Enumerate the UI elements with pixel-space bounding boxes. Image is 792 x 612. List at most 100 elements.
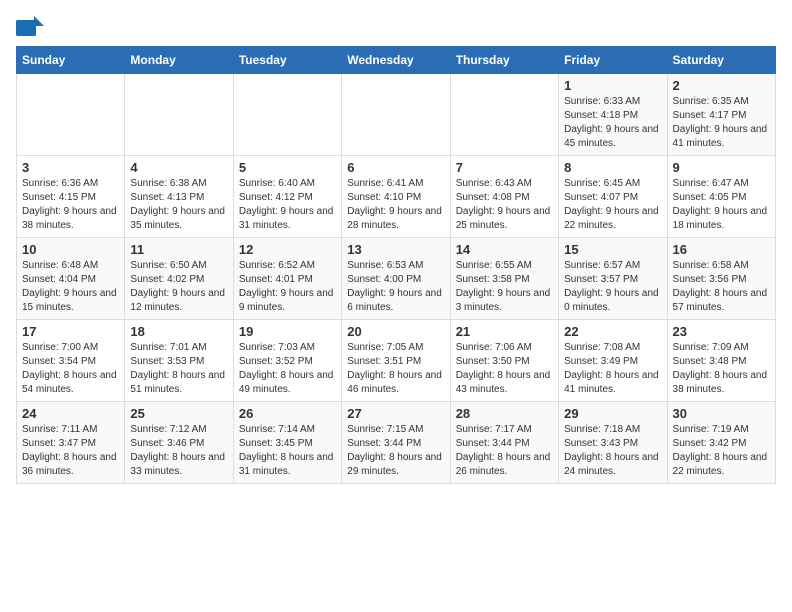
day-info: Sunrise: 7:00 AM Sunset: 3:54 PM Dayligh… — [22, 341, 119, 397]
calendar-cell: 30 Sunrise: 7:19 AM Sunset: 3:42 PM Dayli… — [667, 402, 775, 484]
calendar-cell: 29 Sunrise: 7:18 AM Sunset: 3:43 PM Dayli… — [559, 402, 667, 484]
calendar-cell: 1 Sunrise: 6:33 AM Sunset: 4:18 PM Daylig… — [559, 74, 667, 156]
day-number: 3 — [22, 160, 119, 175]
day-info: Sunrise: 7:08 AM Sunset: 3:49 PM Dayligh… — [564, 341, 661, 397]
calendar-cell: 17 Sunrise: 7:00 AM Sunset: 3:54 PM Dayli… — [17, 320, 125, 402]
day-number: 19 — [239, 324, 336, 339]
calendar-cell: 6 Sunrise: 6:41 AM Sunset: 4:10 PM Daylig… — [342, 156, 450, 238]
day-number: 13 — [347, 242, 444, 257]
logo — [16, 16, 42, 34]
day-info: Sunrise: 6:41 AM Sunset: 4:10 PM Dayligh… — [347, 177, 444, 233]
day-info: Sunrise: 6:40 AM Sunset: 4:12 PM Dayligh… — [239, 177, 336, 233]
calendar-cell: 13 Sunrise: 6:53 AM Sunset: 4:00 PM Dayli… — [342, 238, 450, 320]
calendar-cell: 19Sunrise: 7:03 AM Sunset: 3:52 PM Dayli… — [233, 320, 341, 402]
calendar-cell: 12 Sunrise: 6:52 AM Sunset: 4:01 PM Dayli… — [233, 238, 341, 320]
day-info: Sunrise: 6:35 AM Sunset: 4:17 PM Dayligh… — [673, 95, 770, 151]
page-header — [16, 16, 776, 34]
calendar-cell: 11 Sunrise: 6:50 AM Sunset: 4:02 PM Dayli… — [125, 238, 233, 320]
day-number: 29 — [564, 406, 661, 421]
day-number: 27 — [347, 406, 444, 421]
day-number: 14 — [456, 242, 553, 257]
calendar-cell: 22 Sunrise: 7:08 AM Sunset: 3:49 PM Dayli… — [559, 320, 667, 402]
day-number: 2 — [673, 78, 770, 93]
calendar-cell: 10 Sunrise: 6:48 AM Sunset: 4:04 PM Dayli… — [17, 238, 125, 320]
day-info: Sunrise: 6:43 AM Sunset: 4:08 PM Dayligh… — [456, 177, 553, 233]
day-info: Sunrise: 6:57 AM Sunset: 3:57 PM Dayligh… — [564, 259, 661, 315]
calendar-cell — [233, 74, 341, 156]
day-info: Sunrise: 6:38 AM Sunset: 4:13 PM Dayligh… — [130, 177, 227, 233]
day-number: 9 — [673, 160, 770, 175]
calendar-cell: 18 Sunrise: 7:01 AM Sunset: 3:53 PM Dayli… — [125, 320, 233, 402]
day-number: 5 — [239, 160, 336, 175]
calendar-cell — [342, 74, 450, 156]
day-info: Sunrise: 6:47 AM Sunset: 4:05 PM Dayligh… — [673, 177, 770, 233]
day-info: Sunrise: 6:36 AM Sunset: 4:15 PM Dayligh… — [22, 177, 119, 233]
calendar-cell: 4 Sunrise: 6:38 AM Sunset: 4:13 PM Daylig… — [125, 156, 233, 238]
day-info: Sunrise: 6:50 AM Sunset: 4:02 PM Dayligh… — [130, 259, 227, 315]
calendar-cell: 25 Sunrise: 7:12 AM Sunset: 3:46 PM Dayli… — [125, 402, 233, 484]
day-number: 20 — [347, 324, 444, 339]
day-number: 26 — [239, 406, 336, 421]
day-info: Sunrise: 7:01 AM Sunset: 3:53 PM Dayligh… — [130, 341, 227, 397]
col-header-friday: Friday — [559, 47, 667, 74]
calendar-cell: 7 Sunrise: 6:43 AM Sunset: 4:08 PM Daylig… — [450, 156, 558, 238]
day-info: Sunrise: 6:52 AM Sunset: 4:01 PM Dayligh… — [239, 259, 336, 315]
col-header-saturday: Saturday — [667, 47, 775, 74]
calendar-cell: 16 Sunrise: 6:58 AM Sunset: 3:56 PM Dayli… — [667, 238, 775, 320]
day-number: 24 — [22, 406, 119, 421]
col-header-thursday: Thursday — [450, 47, 558, 74]
day-number: 25 — [130, 406, 227, 421]
day-info: Sunrise: 7:19 AM Sunset: 3:42 PM Dayligh… — [673, 423, 770, 479]
calendar-cell: 24 Sunrise: 7:11 AM Sunset: 3:47 PM Dayli… — [17, 402, 125, 484]
day-info: Sunrise: 7:12 AM Sunset: 3:46 PM Dayligh… — [130, 423, 227, 479]
day-info: Sunrise: 6:33 AM Sunset: 4:18 PM Dayligh… — [564, 95, 661, 151]
calendar-cell — [17, 74, 125, 156]
calendar-cell: 23 Sunrise: 7:09 AM Sunset: 3:48 PM Dayli… — [667, 320, 775, 402]
calendar-cell: 9 Sunrise: 6:47 AM Sunset: 4:05 PM Daylig… — [667, 156, 775, 238]
calendar-cell: 28 Sunrise: 7:17 AM Sunset: 3:44 PM Dayli… — [450, 402, 558, 484]
day-info: Sunrise: 7:11 AM Sunset: 3:47 PM Dayligh… — [22, 423, 119, 479]
calendar-cell: 3 Sunrise: 6:36 AM Sunset: 4:15 PM Daylig… — [17, 156, 125, 238]
day-number: 28 — [456, 406, 553, 421]
col-header-wednesday: Wednesday — [342, 47, 450, 74]
day-number: 17 — [22, 324, 119, 339]
day-number: 7 — [456, 160, 553, 175]
day-number: 8 — [564, 160, 661, 175]
day-info: Sunrise: 7:15 AM Sunset: 3:44 PM Dayligh… — [347, 423, 444, 479]
day-number: 10 — [22, 242, 119, 257]
calendar-cell: 27 Sunrise: 7:15 AM Sunset: 3:44 PM Dayli… — [342, 402, 450, 484]
day-info: Sunrise: 7:09 AM Sunset: 3:48 PM Dayligh… — [673, 341, 770, 397]
day-number: 1 — [564, 78, 661, 93]
day-info: Sunrise: 7:17 AM Sunset: 3:44 PM Dayligh… — [456, 423, 553, 479]
calendar-cell: 14 Sunrise: 6:55 AM Sunset: 3:58 PM Dayli… — [450, 238, 558, 320]
logo-icon — [16, 16, 38, 34]
day-info: Sunrise: 6:55 AM Sunset: 3:58 PM Dayligh… — [456, 259, 553, 315]
day-info: Sunrise: 6:53 AM Sunset: 4:00 PM Dayligh… — [347, 259, 444, 315]
day-info: Sunrise: 6:58 AM Sunset: 3:56 PM Dayligh… — [673, 259, 770, 315]
calendar-cell — [125, 74, 233, 156]
day-info: Sunrise: 7:06 AM Sunset: 3:50 PM Dayligh… — [456, 341, 553, 397]
day-number: 30 — [673, 406, 770, 421]
day-info: Sunrise: 7:18 AM Sunset: 3:43 PM Dayligh… — [564, 423, 661, 479]
calendar-cell: 8 Sunrise: 6:45 AM Sunset: 4:07 PM Daylig… — [559, 156, 667, 238]
day-info: Sunrise: 6:48 AM Sunset: 4:04 PM Dayligh… — [22, 259, 119, 315]
day-number: 23 — [673, 324, 770, 339]
day-number: 18 — [130, 324, 227, 339]
day-number: 21 — [456, 324, 553, 339]
calendar-cell: 15Sunrise: 6:57 AM Sunset: 3:57 PM Dayli… — [559, 238, 667, 320]
col-header-tuesday: Tuesday — [233, 47, 341, 74]
day-number: 22 — [564, 324, 661, 339]
day-number: 4 — [130, 160, 227, 175]
day-number: 11 — [130, 242, 227, 257]
day-number: 16 — [673, 242, 770, 257]
col-header-monday: Monday — [125, 47, 233, 74]
calendar-cell: 20 Sunrise: 7:05 AM Sunset: 3:51 PM Dayli… — [342, 320, 450, 402]
day-number: 6 — [347, 160, 444, 175]
calendar-table: SundayMondayTuesdayWednesdayThursdayFrid… — [16, 46, 776, 484]
day-info: Sunrise: 7:05 AM Sunset: 3:51 PM Dayligh… — [347, 341, 444, 397]
calendar-cell — [450, 74, 558, 156]
calendar-cell: 26Sunrise: 7:14 AM Sunset: 3:45 PM Dayli… — [233, 402, 341, 484]
day-number: 12 — [239, 242, 336, 257]
col-header-sunday: Sunday — [17, 47, 125, 74]
day-info: Sunrise: 6:45 AM Sunset: 4:07 PM Dayligh… — [564, 177, 661, 233]
